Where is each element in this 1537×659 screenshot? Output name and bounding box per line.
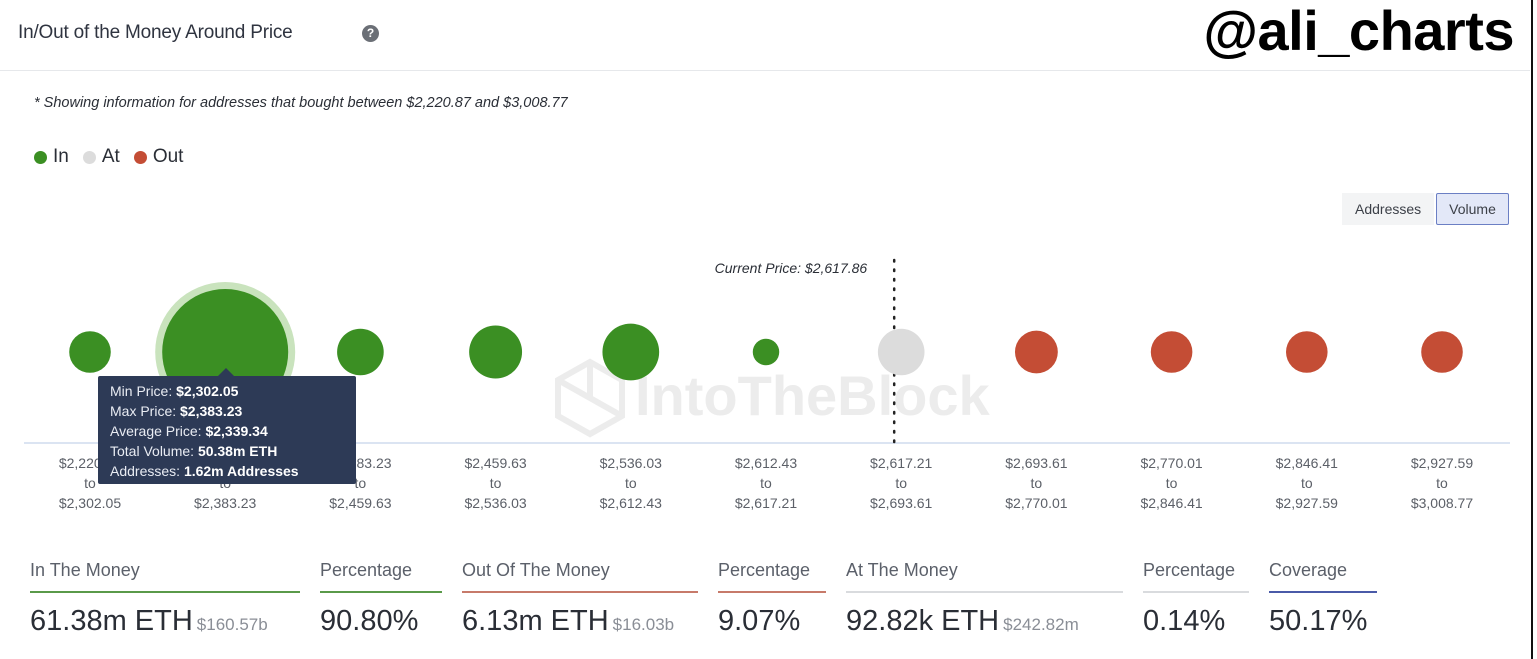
x-tick-label-to-value: $3,008.77	[1411, 495, 1473, 511]
x-tick-label-to: to	[490, 475, 502, 491]
x-tick-label-to: to	[1166, 475, 1178, 491]
legend-dot-out-icon	[133, 150, 147, 164]
stat-label: Percentage	[1143, 560, 1249, 593]
stat-label: Coverage	[1269, 560, 1377, 593]
legend-label-out: Out	[152, 146, 184, 167]
stat-at-percentage: Percentage 0.14%	[1143, 560, 1249, 638]
bubble-out[interactable]	[1421, 331, 1463, 373]
bubble-tooltip: Min Price: $2,302.05 Max Price: $2,383.2…	[98, 368, 356, 484]
stat-label: At The Money	[846, 560, 1123, 593]
bubble-in[interactable]	[602, 323, 660, 381]
watermark-text: IntoTheBlock	[635, 364, 991, 427]
stat-label: Percentage	[718, 560, 826, 593]
x-tick-label-to: to	[1436, 475, 1448, 491]
tooltip-arrow	[218, 368, 234, 376]
x-tick-label-from: $2,536.03	[600, 455, 662, 471]
x-tick-label-to-value: $2,459.63	[329, 495, 391, 511]
addresses-button[interactable]: Addresses	[1342, 193, 1435, 225]
x-tick-label-from: $2,693.61	[1005, 455, 1067, 471]
stat-at-the-money: At The Money 92.82k ETH $242.82m	[846, 560, 1123, 638]
x-tick-label-from: $2,846.41	[1276, 455, 1338, 471]
bubble-out[interactable]	[1014, 330, 1058, 374]
current-price-label: Current Price: $2,617.86	[715, 260, 868, 276]
x-tick-label-to-value: $2,612.43	[600, 495, 662, 511]
x-tick-label-to-value: $2,846.41	[1140, 495, 1202, 511]
x-tick-label-to-value: $2,927.59	[1276, 495, 1338, 511]
x-tick-label-to: to	[84, 475, 96, 491]
summary-stats: In The Money 61.38m ETH $160.57b Percenta…	[30, 560, 1397, 638]
legend-item-in[interactable]: In	[34, 146, 69, 168]
tooltip-min-price: Min Price: $2,302.05	[110, 383, 239, 399]
legend-label-in: In	[53, 146, 69, 167]
widget-header: In/Out of the Money Around Price ? @ali_…	[0, 0, 1530, 71]
volume-button[interactable]: Volume	[1436, 193, 1509, 225]
stat-value: 61.38m ETH	[30, 605, 193, 637]
bubble-in[interactable]	[69, 331, 111, 373]
stat-value: 9.07%	[718, 605, 801, 637]
x-tick-label-to-value: $2,302.05	[59, 495, 121, 511]
metric-toggle: Addresses Volume	[1340, 193, 1509, 225]
x-tick-label-to-value: $2,770.01	[1005, 495, 1067, 511]
x-tick-label-to: to	[1031, 475, 1043, 491]
brand-watermark: @ali_charts	[1203, 0, 1514, 62]
x-tick-label-from: $2,459.63	[464, 455, 526, 471]
range-note: * Showing information for addresses that…	[34, 95, 568, 111]
x-tick-label-to-value: $2,383.23	[194, 495, 256, 511]
x-tick-label-to: to	[760, 475, 772, 491]
stat-label: Percentage	[320, 560, 442, 593]
stat-usd-value: $16.03b	[612, 615, 675, 634]
stat-out-of-the-money: Out Of The Money 6.13m ETH $16.03b	[462, 560, 698, 638]
stat-coverage: Coverage 50.17%	[1269, 560, 1377, 638]
legend-item-at[interactable]: At	[82, 146, 120, 168]
x-tick-label-to: to	[895, 475, 907, 491]
bubble-in[interactable]	[752, 338, 780, 366]
x-tick-label-to-value: $2,617.21	[735, 495, 797, 511]
tooltip-avg-price: Average Price: $2,339.34	[110, 423, 268, 439]
x-tick-label-to: to	[625, 475, 637, 491]
stat-value: 6.13m ETH	[462, 605, 609, 637]
bubble-at[interactable]	[877, 328, 925, 376]
bubble-in[interactable]	[337, 328, 384, 376]
widget-title: In/Out of the Money Around Price	[18, 22, 293, 43]
stat-value: 92.82k ETH	[846, 605, 1000, 637]
x-tick-label-to: to	[355, 475, 367, 491]
legend-dot-at-icon	[82, 150, 96, 164]
stat-label: Out Of The Money	[462, 560, 698, 593]
legend: In At Out	[34, 146, 197, 168]
bubble-out[interactable]	[1150, 331, 1193, 373]
stat-in-percentage: Percentage 90.80%	[320, 560, 442, 638]
stat-in-the-money: In The Money 61.38m ETH $160.57b	[30, 560, 300, 638]
question-circle-icon[interactable]: ?	[362, 25, 379, 42]
legend-label-at: At	[101, 146, 120, 167]
tooltip-total-volume: Total Volume: 50.38m ETH	[110, 443, 278, 459]
stat-out-percentage: Percentage 9.07%	[718, 560, 826, 638]
x-tick-label-from: $2,927.59	[1411, 455, 1473, 471]
stat-value: 0.14%	[1143, 605, 1226, 637]
tooltip-max-price: Max Price: $2,383.23	[110, 403, 243, 419]
legend-dot-in-icon	[34, 150, 47, 164]
stat-label: In The Money	[30, 560, 300, 593]
x-tick-label-from: $2,617.21	[870, 455, 932, 471]
bubble-out[interactable]	[1286, 331, 1328, 373]
legend-item-out[interactable]: Out	[133, 146, 184, 168]
x-tick-label-to-value: $2,536.03	[464, 495, 526, 511]
stat-usd-value: $242.82m	[1003, 615, 1079, 634]
x-tick-label-to-value: $2,693.61	[870, 495, 932, 511]
x-tick-label-from: $2,770.01	[1140, 455, 1202, 471]
bubble-in[interactable]	[469, 325, 523, 379]
tooltip-addresses: Addresses: 1.62m Addresses	[110, 463, 299, 479]
stat-value: 90.80%	[320, 605, 419, 637]
stat-value: 50.17%	[1269, 605, 1368, 637]
x-tick-label-to: to	[1301, 475, 1313, 491]
stat-usd-value: $160.57b	[196, 615, 268, 634]
x-tick-label-from: $2,612.43	[735, 455, 797, 471]
